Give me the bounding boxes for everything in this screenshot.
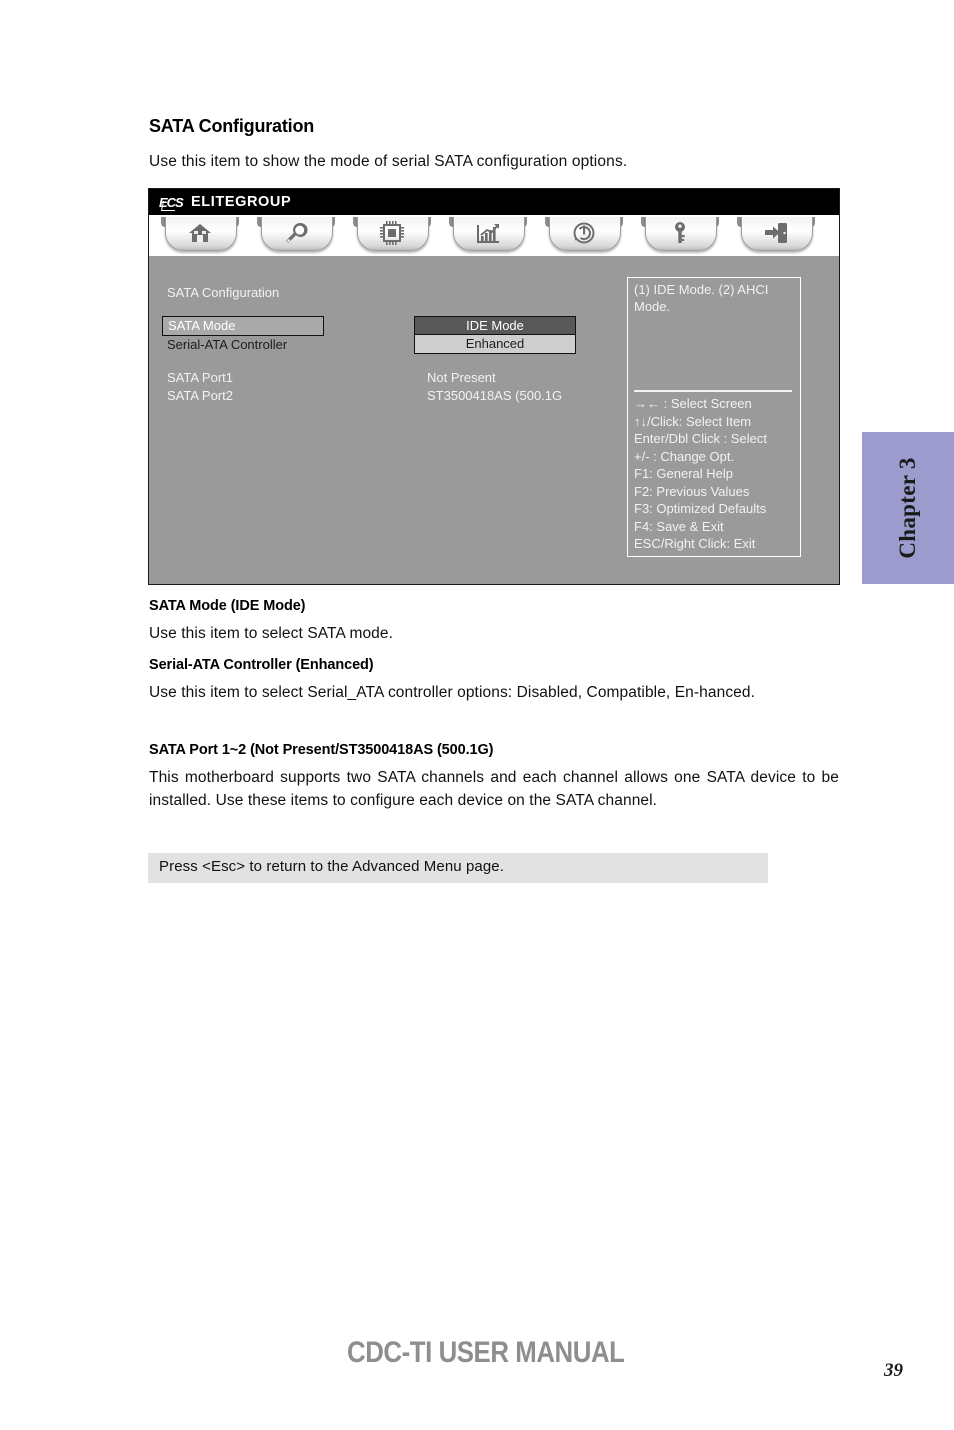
bios-screenshot: ECS ELITEGROUP Main (148, 188, 840, 585)
help-key: F3: Optimized Defaults (634, 501, 767, 516)
bios-help-keys: →← : Select Screen ↑↓/Click: Select Item… (634, 395, 800, 553)
bios-row-sata-mode[interactable]: SATA Mode (162, 316, 324, 336)
section-heading-serial-ata: Serial-ATA Controller (Enhanced) (149, 657, 374, 673)
chart-icon (449, 220, 527, 246)
wrench-icon (257, 220, 335, 246)
brand-name: ELITEGROUP (191, 194, 292, 210)
manual-page: Chapter 3 SATA Configuration Use this it… (0, 0, 954, 1430)
help-key: F2: Previous Values (634, 483, 750, 499)
tab-security[interactable] (641, 217, 719, 255)
bios-option-ide-mode[interactable]: IDE Mode (414, 316, 576, 335)
tab-boot[interactable] (545, 217, 623, 255)
help-key: ESC/Right Click: Exit (634, 536, 756, 551)
bios-titlebar: ECS ELITEGROUP (149, 189, 839, 215)
bios-content: SATA Configuration SATA Mode Serial-ATA … (149, 269, 839, 584)
bios-row-sata-port1-value: Not Present (427, 370, 496, 385)
footer-title: CDC-TI USER MANUAL (347, 1336, 625, 1369)
help-key: F1: General Help (634, 466, 733, 481)
note-text: Press <Esc> to return to the Advanced Me… (159, 858, 505, 875)
ecs-logo: ECS ELITEGROUP (159, 192, 291, 212)
chapter-side-tab: Chapter 3 (862, 432, 954, 584)
note-box: Press <Esc> to return to the Advanced Me… (148, 853, 768, 883)
tab-advanced[interactable] (257, 217, 335, 255)
power-icon (545, 220, 623, 246)
help-key: F4: Save & Exit (634, 518, 724, 534)
tab-chipset[interactable] (353, 217, 431, 255)
section-body-serial-ata: Use this item to select Serial_ATA contr… (149, 684, 756, 701)
ecs-swoosh-icon (160, 201, 178, 211)
tab-tweak[interactable] (449, 217, 527, 255)
bios-row-label: SATA Mode (168, 318, 236, 333)
key-icon (641, 220, 719, 246)
bios-row-serial-ata-controller[interactable]: Serial-ATA Controller (167, 337, 287, 352)
bios-row-sata-port1-label[interactable]: SATA Port1 (167, 370, 233, 385)
tab-main[interactable] (161, 217, 239, 255)
chip-icon (353, 220, 431, 246)
help-key: →← : Select Screen (634, 396, 752, 411)
footer-page-number: 39 (884, 1360, 903, 1381)
help-key: +/- : Change Opt. (634, 448, 735, 464)
bios-tabstrip: Main Advanced Chipset (149, 215, 839, 295)
help-key: Enter/Dbl Click : Select (634, 431, 767, 446)
help-key: ↑↓/Click: Select Item (634, 413, 752, 429)
section-body-sata-port: This motherboard supports two SATA chann… (149, 769, 839, 809)
chapter-label: Chapter 3 (895, 457, 920, 559)
bios-help-text: (1) IDE Mode. (2) AHCI Mode. (634, 282, 769, 314)
bios-section-title: SATA Configuration (167, 285, 280, 300)
page-title: SATA Configuration (149, 116, 315, 136)
bios-help-panel: (1) IDE Mode. (2) AHCI Mode. →← : Select… (627, 277, 801, 557)
section-body-sata-mode: Use this item to select SATA mode. (149, 625, 394, 642)
help-separator (634, 390, 792, 392)
bios-option-enhanced[interactable]: Enhanced (414, 334, 576, 354)
section-heading-sata-mode: SATA Mode (IDE Mode) (149, 598, 306, 614)
tab-exit[interactable] (737, 217, 815, 255)
exit-icon (737, 220, 815, 246)
intro-paragraph: Use this item to show the mode of serial… (149, 153, 628, 170)
bios-row-sata-port2-label[interactable]: SATA Port2 (167, 388, 233, 403)
bios-row-sata-port2-value: ST3500418AS (500.1G (427, 388, 563, 403)
section-heading-sata-port: SATA Port 1~2 (Not Present/ST3500418AS (… (149, 742, 494, 758)
home-icon (161, 220, 239, 246)
